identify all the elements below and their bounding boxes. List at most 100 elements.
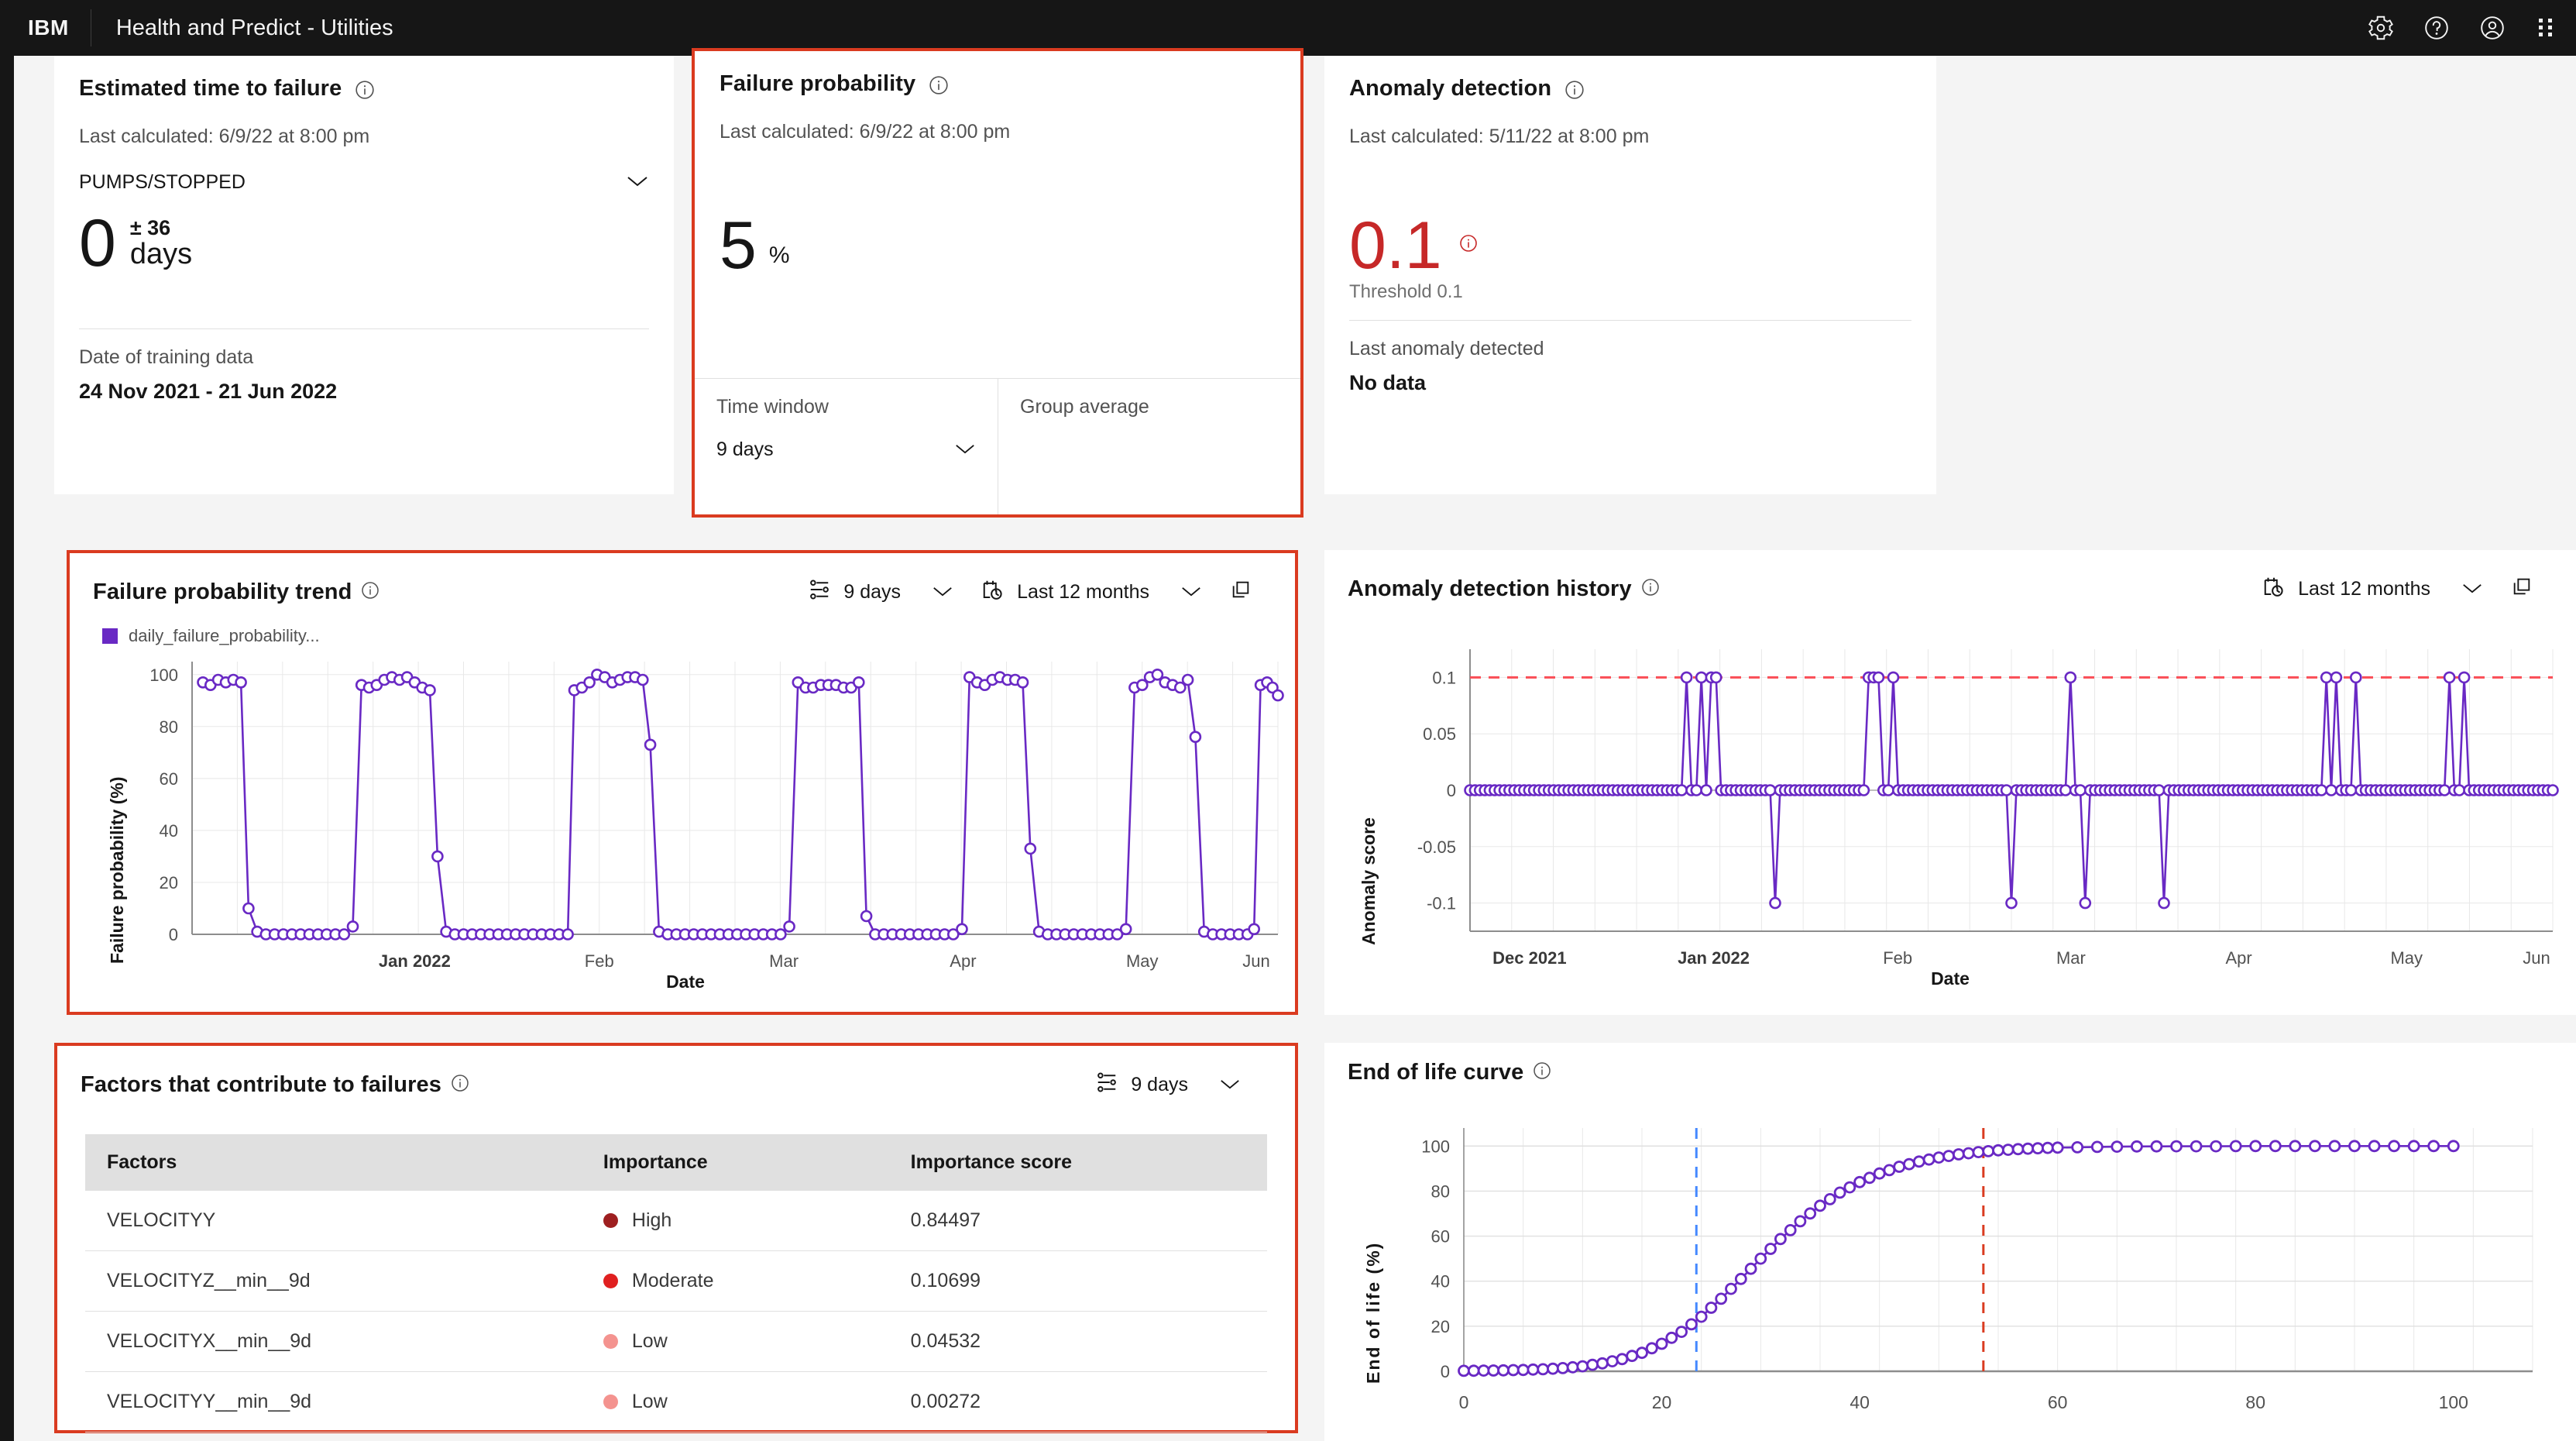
- eol-data-point[interactable]: [1953, 1148, 1965, 1161]
- eol-data-point[interactable]: [2150, 1140, 2163, 1153]
- eol-data-point[interactable]: [2388, 1140, 2400, 1153]
- info-icon[interactable]: [929, 75, 949, 99]
- help-icon[interactable]: [2409, 0, 2464, 56]
- adh-data-point[interactable]: [2005, 896, 2018, 910]
- eol-data-point[interactable]: [1823, 1192, 1836, 1205]
- adh-data-point[interactable]: [2315, 784, 2328, 796]
- adh-data-point[interactable]: [1690, 784, 1703, 796]
- adh-data-point[interactable]: [2079, 896, 2092, 910]
- eol-data-point[interactable]: [1626, 1350, 1639, 1363]
- eol-data-point[interactable]: [1972, 1146, 1985, 1159]
- eol-data-point[interactable]: [1764, 1243, 1777, 1255]
- fpt-data-point[interactable]: [956, 923, 968, 936]
- eol-data-point[interactable]: [1794, 1215, 1807, 1228]
- eol-data-point[interactable]: [2111, 1140, 2124, 1154]
- eol-data-point[interactable]: [2229, 1140, 2242, 1153]
- eol-data-point[interactable]: [1705, 1302, 1718, 1314]
- eol-data-point[interactable]: [1675, 1326, 1688, 1339]
- info-icon[interactable]: [355, 80, 375, 104]
- fpt-data-point[interactable]: [860, 910, 873, 923]
- adh-plot-area[interactable]: -0.1-0.0500.050.1Dec 2021 Jan 2022 Feb Mar A…: [1324, 550, 2576, 1015]
- fpt-data-point[interactable]: [636, 673, 649, 686]
- eol-data-point[interactable]: [1873, 1167, 1886, 1180]
- fpt-data-point[interactable]: [783, 920, 795, 933]
- eol-data-point[interactable]: [1814, 1199, 1826, 1212]
- eol-data-point[interactable]: [2170, 1140, 2183, 1153]
- eol-data-point[interactable]: [1932, 1151, 1946, 1164]
- eol-data-point[interactable]: [2210, 1140, 2222, 1153]
- adh-data-point[interactable]: [1764, 784, 1777, 796]
- adh-data-point[interactable]: [1882, 784, 1894, 796]
- eol-data-point[interactable]: [2328, 1140, 2341, 1153]
- eol-data-point[interactable]: [1497, 1364, 1510, 1377]
- table-row[interactable]: VELOCITYX__min__9d Low 0.04532: [85, 1311, 1267, 1372]
- fpt-data-point[interactable]: [431, 850, 444, 863]
- adh-data-point[interactable]: [1857, 784, 1870, 796]
- eol-data-point[interactable]: [2309, 1140, 2321, 1153]
- adh-data-point[interactable]: [1675, 784, 1688, 796]
- fpt-data-point[interactable]: [775, 928, 787, 941]
- eol-data-point[interactable]: [1744, 1262, 1757, 1275]
- adh-data-point[interactable]: [2059, 784, 2072, 796]
- eol-data-point[interactable]: [1606, 1355, 1619, 1368]
- eol-data-point[interactable]: [2289, 1140, 2302, 1153]
- eol-data-point[interactable]: [1477, 1364, 1490, 1377]
- adh-data-point[interactable]: [1709, 671, 1722, 684]
- adh-data-point[interactable]: [1700, 784, 1712, 796]
- eol-plot-area[interactable]: 0 20 40 60 80 100 0 20 40 60 80 100: [1324, 1043, 2576, 1441]
- eol-data-point[interactable]: [1784, 1223, 1797, 1236]
- eol-data-point[interactable]: [2190, 1140, 2203, 1153]
- fpt-data-point[interactable]: [242, 902, 255, 915]
- eol-data-point[interactable]: [1636, 1346, 1648, 1360]
- eol-data-point[interactable]: [1537, 1363, 1550, 1376]
- fpt-data-point[interactable]: [644, 738, 657, 751]
- eol-data-point[interactable]: [2249, 1140, 2262, 1153]
- eol-data-point[interactable]: [1863, 1171, 1876, 1185]
- eol-data-point[interactable]: [1595, 1357, 1609, 1370]
- table-row[interactable]: VELOCITYZ__min__9d Moderate 0.10699: [85, 1250, 1267, 1312]
- eol-data-point[interactable]: [1754, 1252, 1767, 1265]
- fpt-data-point[interactable]: [1016, 676, 1029, 689]
- eol-data-point[interactable]: [1725, 1282, 1737, 1295]
- info-icon[interactable]: [451, 1074, 469, 1096]
- eol-data-point[interactable]: [2021, 1142, 2035, 1155]
- adh-data-point[interactable]: [2320, 671, 2333, 684]
- fpt-data-point[interactable]: [1181, 673, 1194, 686]
- eol-data-point[interactable]: [1883, 1164, 1896, 1177]
- app-switcher-icon[interactable]: [2520, 0, 2576, 56]
- user-avatar-icon[interactable]: [2464, 0, 2520, 56]
- fpt-data-point[interactable]: [1248, 923, 1260, 936]
- eol-data-point[interactable]: [1487, 1364, 1500, 1377]
- fpt-data-point[interactable]: [1272, 689, 1284, 702]
- fpt-data-point[interactable]: [1119, 923, 1132, 936]
- eol-data-point[interactable]: [1843, 1181, 1856, 1194]
- eol-data-point[interactable]: [2407, 1140, 2420, 1153]
- fpt-data-point[interactable]: [346, 920, 359, 933]
- eol-data-point[interactable]: [1734, 1272, 1747, 1285]
- eol-data-point[interactable]: [2427, 1140, 2440, 1153]
- adh-data-point[interactable]: [2325, 784, 2337, 796]
- eol-data-point[interactable]: [1556, 1361, 1569, 1374]
- ibm-logo[interactable]: IBM: [0, 15, 91, 40]
- fpt-data-point[interactable]: [235, 676, 247, 689]
- eol-data-point[interactable]: [2071, 1140, 2084, 1154]
- eol-data-point[interactable]: [2090, 1140, 2104, 1154]
- adh-data-point[interactable]: [1680, 671, 1693, 684]
- info-icon[interactable]: [1564, 80, 1585, 104]
- adh-data-point[interactable]: [1887, 671, 1900, 684]
- eol-data-point[interactable]: [1566, 1360, 1579, 1374]
- eol-data-point[interactable]: [1527, 1363, 1540, 1376]
- eol-data-point[interactable]: [1695, 1310, 1708, 1323]
- adh-data-point[interactable]: [2000, 784, 2013, 796]
- eol-data-point[interactable]: [2131, 1140, 2143, 1153]
- eol-data-point[interactable]: [1616, 1353, 1629, 1366]
- eol-data-point[interactable]: [1833, 1186, 1846, 1199]
- eol-data-point[interactable]: [1655, 1337, 1668, 1350]
- eol-data-point[interactable]: [2051, 1141, 2064, 1154]
- eol-data-point[interactable]: [1962, 1147, 1975, 1160]
- adh-data-point[interactable]: [2152, 784, 2166, 796]
- eol-data-point[interactable]: [2348, 1140, 2361, 1153]
- card-end-of-life-curve[interactable]: End of life curve End of life (%) 0 20 40 6…: [1324, 1043, 2576, 1441]
- eol-data-point[interactable]: [2269, 1140, 2282, 1153]
- eol-data-point[interactable]: [1992, 1144, 2004, 1157]
